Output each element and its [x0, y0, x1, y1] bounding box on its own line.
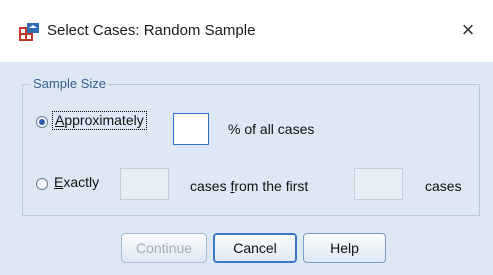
- cases-from-first-label: cases from the first: [190, 178, 309, 194]
- dialog-title: Select Cases: Random Sample: [47, 22, 256, 39]
- sample-size-group: [22, 84, 480, 216]
- exactly-radio[interactable]: [36, 178, 48, 190]
- exact-count-field[interactable]: [121, 169, 168, 199]
- continue-button[interactable]: Continue: [121, 233, 207, 263]
- title-bar: Select Cases: Random Sample ×: [0, 0, 493, 62]
- first-cases-input[interactable]: [354, 168, 403, 200]
- approximately-radio[interactable]: [36, 116, 48, 128]
- percent-suffix: % of all cases: [228, 121, 315, 137]
- close-icon: ×: [461, 17, 475, 42]
- percent-input[interactable]: [173, 113, 209, 145]
- approximately-label[interactable]: Approximately: [52, 111, 147, 130]
- close-button[interactable]: ×: [455, 17, 481, 43]
- exact-count-input[interactable]: [120, 168, 169, 200]
- exactly-label[interactable]: Exactly: [54, 174, 99, 190]
- group-legend: Sample Size: [31, 76, 108, 91]
- percent-input-field[interactable]: [174, 114, 208, 144]
- spss-select-cases-icon: [19, 23, 39, 41]
- cancel-button[interactable]: Cancel: [213, 233, 297, 263]
- cases-suffix: cases: [425, 178, 462, 194]
- first-cases-field[interactable]: [355, 169, 402, 199]
- help-button[interactable]: Help: [303, 233, 386, 263]
